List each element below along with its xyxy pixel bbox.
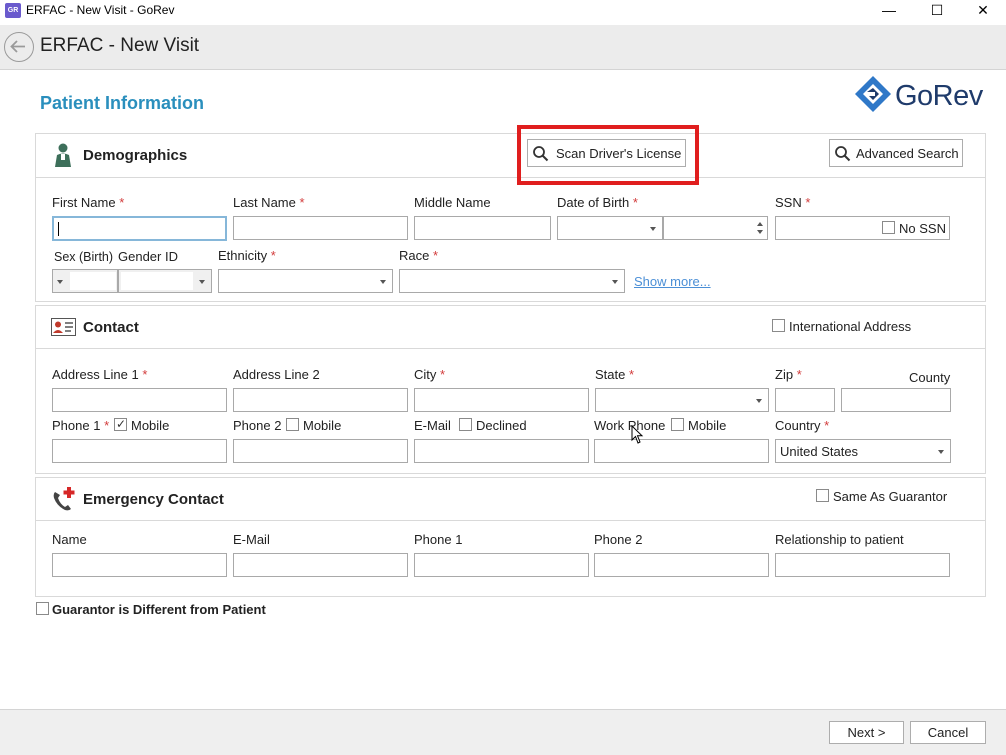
country-label: Country * bbox=[775, 418, 830, 433]
city-input[interactable] bbox=[414, 388, 589, 412]
state-label: State * bbox=[595, 367, 635, 382]
ethnicity-dropdown[interactable] bbox=[218, 269, 393, 293]
close-button[interactable]: ✕ bbox=[960, 0, 1006, 22]
page-header: ERFAC - New Visit bbox=[0, 25, 1006, 70]
emergency-phone-icon bbox=[53, 487, 75, 511]
guarantor-different-checkbox[interactable] bbox=[36, 602, 49, 615]
last-name-label: Last Name * bbox=[233, 195, 305, 210]
ethnicity-label: Ethnicity * bbox=[218, 248, 276, 263]
spinner-arrows-icon[interactable] bbox=[756, 219, 764, 237]
state-dropdown[interactable] bbox=[595, 388, 769, 412]
mouse-cursor-icon bbox=[631, 425, 644, 444]
email-input[interactable] bbox=[414, 439, 589, 463]
cancel-button[interactable]: Cancel bbox=[910, 721, 986, 744]
dob-year-spinner[interactable] bbox=[663, 216, 768, 240]
county-input[interactable] bbox=[841, 388, 951, 412]
phone-2-input[interactable] bbox=[233, 439, 408, 463]
advanced-search-button[interactable]: Advanced Search bbox=[829, 139, 963, 167]
address-line-2-input[interactable] bbox=[233, 388, 408, 412]
relationship-label: Relationship to patient bbox=[775, 532, 904, 547]
ssn-label: SSN * bbox=[775, 195, 811, 210]
phone-1-mobile-label: Mobile bbox=[131, 418, 170, 433]
scan-drivers-license-button[interactable]: Scan Driver's License bbox=[527, 139, 686, 167]
middle-name-input[interactable] bbox=[414, 216, 551, 240]
email-label: E-Mail bbox=[414, 418, 451, 433]
gender-id-label: Gender ID bbox=[118, 249, 178, 264]
work-phone-input[interactable] bbox=[594, 439, 769, 463]
phone-1-label: Phone 1 * bbox=[52, 418, 110, 433]
phone-1-input[interactable] bbox=[52, 439, 227, 463]
international-address-checkbox[interactable] bbox=[772, 319, 785, 332]
advanced-search-label: Advanced Search bbox=[856, 146, 959, 161]
emergency-name-input[interactable] bbox=[52, 553, 227, 577]
country-dropdown[interactable]: United States bbox=[775, 439, 951, 463]
dob-month-dropdown[interactable] bbox=[557, 216, 663, 240]
scan-drivers-license-label: Scan Driver's License bbox=[556, 146, 682, 161]
maximize-button[interactable]: ☐ bbox=[914, 0, 960, 22]
contact-title: Contact bbox=[83, 319, 139, 336]
show-more-link[interactable]: Show more... bbox=[634, 274, 711, 289]
address-line-2-label: Address Line 2 bbox=[233, 367, 320, 382]
last-name-input[interactable] bbox=[233, 216, 408, 240]
county-label: County bbox=[909, 370, 951, 385]
emergency-name-label: Name bbox=[52, 532, 87, 547]
gorev-logo-icon bbox=[855, 76, 891, 112]
first-name-label: First Name * bbox=[52, 195, 125, 210]
emergency-contact-title: Emergency Contact bbox=[83, 491, 224, 508]
race-label: Race * bbox=[399, 248, 439, 263]
person-icon bbox=[55, 143, 71, 167]
first-name-input[interactable] bbox=[52, 216, 227, 241]
emergency-email-label: E-Mail bbox=[233, 532, 270, 547]
emergency-phone-2-label: Phone 2 bbox=[594, 532, 643, 547]
magnifier-icon bbox=[533, 146, 549, 162]
race-dropdown[interactable] bbox=[399, 269, 625, 293]
emergency-phone-1-label: Phone 1 bbox=[414, 532, 463, 547]
demographics-title: Demographics bbox=[83, 147, 188, 164]
no-ssn-label: No SSN bbox=[899, 221, 946, 236]
next-button[interactable]: Next > bbox=[829, 721, 904, 744]
contact-card-icon bbox=[51, 318, 76, 336]
email-declined-label: Declined bbox=[476, 418, 527, 433]
zip-input[interactable] bbox=[775, 388, 835, 412]
emergency-email-input[interactable] bbox=[233, 553, 408, 577]
sex-birth-dropdown[interactable] bbox=[52, 269, 118, 293]
minimize-button[interactable]: — bbox=[866, 0, 912, 22]
back-arrow-icon bbox=[10, 40, 25, 53]
work-phone-mobile-label: Mobile bbox=[688, 418, 727, 433]
middle-name-label: Middle Name bbox=[414, 195, 491, 210]
gorev-logo-text: GoRev bbox=[895, 80, 983, 112]
date-of-birth-label: Date of Birth * bbox=[557, 195, 638, 210]
no-ssn-checkbox[interactable] bbox=[882, 221, 895, 234]
patient-information-heading: Patient Information bbox=[40, 93, 205, 113]
work-phone-mobile-checkbox[interactable] bbox=[671, 418, 684, 431]
relationship-input[interactable] bbox=[775, 553, 950, 577]
emergency-phone-2-input[interactable] bbox=[594, 553, 769, 577]
phone-1-mobile-checkbox[interactable] bbox=[114, 417, 127, 431]
work-phone-label: Work Phone bbox=[594, 418, 666, 433]
phone-2-mobile-checkbox[interactable] bbox=[286, 418, 299, 431]
zip-label: Zip * bbox=[775, 367, 802, 382]
sex-birth-label: Sex (Birth) bbox=[54, 250, 114, 264]
same-as-guarantor-checkbox[interactable] bbox=[816, 489, 829, 502]
address-line-1-label: Address Line 1 * bbox=[52, 367, 148, 382]
city-label: City * bbox=[414, 367, 446, 382]
window-title: ERFAC - New Visit - GoRev bbox=[26, 3, 175, 17]
international-address-label: International Address bbox=[789, 319, 912, 334]
address-line-1-input[interactable] bbox=[52, 388, 227, 412]
back-button[interactable] bbox=[4, 32, 34, 62]
magnifier-icon bbox=[835, 146, 851, 162]
page-title: ERFAC - New Visit bbox=[40, 35, 200, 56]
contact-divider bbox=[36, 348, 985, 349]
phone-2-label: Phone 2 bbox=[233, 418, 282, 433]
emergency-phone-1-input[interactable] bbox=[414, 553, 589, 577]
email-declined-checkbox[interactable] bbox=[459, 418, 472, 431]
phone-2-mobile-label: Mobile bbox=[303, 418, 342, 433]
emergency-divider bbox=[36, 520, 985, 521]
guarantor-different-label: Guarantor is Different from Patient bbox=[52, 602, 266, 617]
gorev-app-icon: GR bbox=[5, 3, 21, 18]
country-value: United States bbox=[780, 444, 859, 459]
gender-id-dropdown[interactable] bbox=[118, 269, 212, 293]
demographics-divider bbox=[36, 177, 985, 178]
same-as-guarantor-label: Same As Guarantor bbox=[833, 489, 948, 504]
